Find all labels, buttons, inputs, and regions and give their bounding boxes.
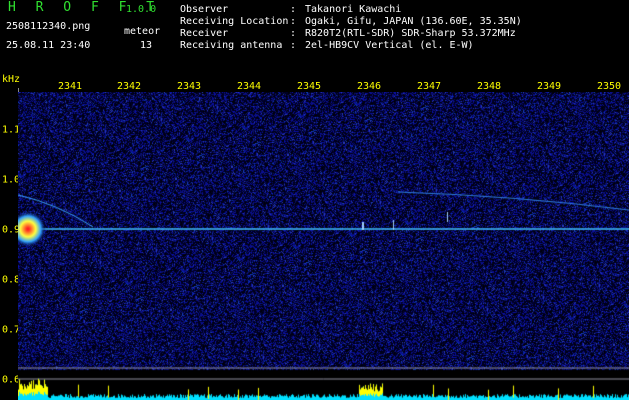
x-tick-label: 2342 [116, 81, 142, 92]
file-datetime: 25.08.11 23:40 [6, 40, 91, 51]
info-observer-label: Observer [180, 4, 229, 15]
x-tick-label: 2344 [236, 81, 262, 92]
info-colon: : [290, 16, 297, 27]
x-tick-label: 2345 [296, 81, 322, 92]
x-tick-label: 2348 [476, 81, 502, 92]
x-tick-label: 2347 [416, 81, 442, 92]
x-tick-label: 2346 [356, 81, 382, 92]
info-colon: : [290, 4, 297, 15]
info-location-label: Receiving Location [180, 16, 289, 27]
meteor-count: 13 [140, 40, 153, 51]
info-receiver-value: R820T2(RTL-SDR) SDR-Sharp 53.372MHz [305, 28, 516, 39]
x-tick-label: 2343 [176, 81, 202, 92]
info-antenna-value: 2el-HB9CV Vertical (el. E-W) [305, 40, 474, 51]
info-location-value: Ogaki, Gifu, JAPAN (136.60E, 35.35N) [305, 16, 522, 27]
meteor-label: meteor [124, 26, 161, 37]
x-tick-label: 2341 [57, 81, 83, 92]
file-name: 2508112340.png [6, 21, 91, 32]
x-tick-label: 2349 [536, 81, 562, 92]
y-axis-unit-label: kHz [2, 74, 21, 85]
info-antenna-label: Receiving antenna [180, 40, 283, 51]
info-colon: : [290, 40, 297, 51]
info-receiver-label: Receiver [180, 28, 229, 39]
spectrogram-canvas [18, 92, 629, 400]
info-observer-value: Takanori Kawachi [305, 4, 402, 15]
info-colon: : [290, 28, 297, 39]
app-version: 1.0.0 [126, 4, 157, 15]
x-tick-label: 2350 [596, 81, 622, 92]
